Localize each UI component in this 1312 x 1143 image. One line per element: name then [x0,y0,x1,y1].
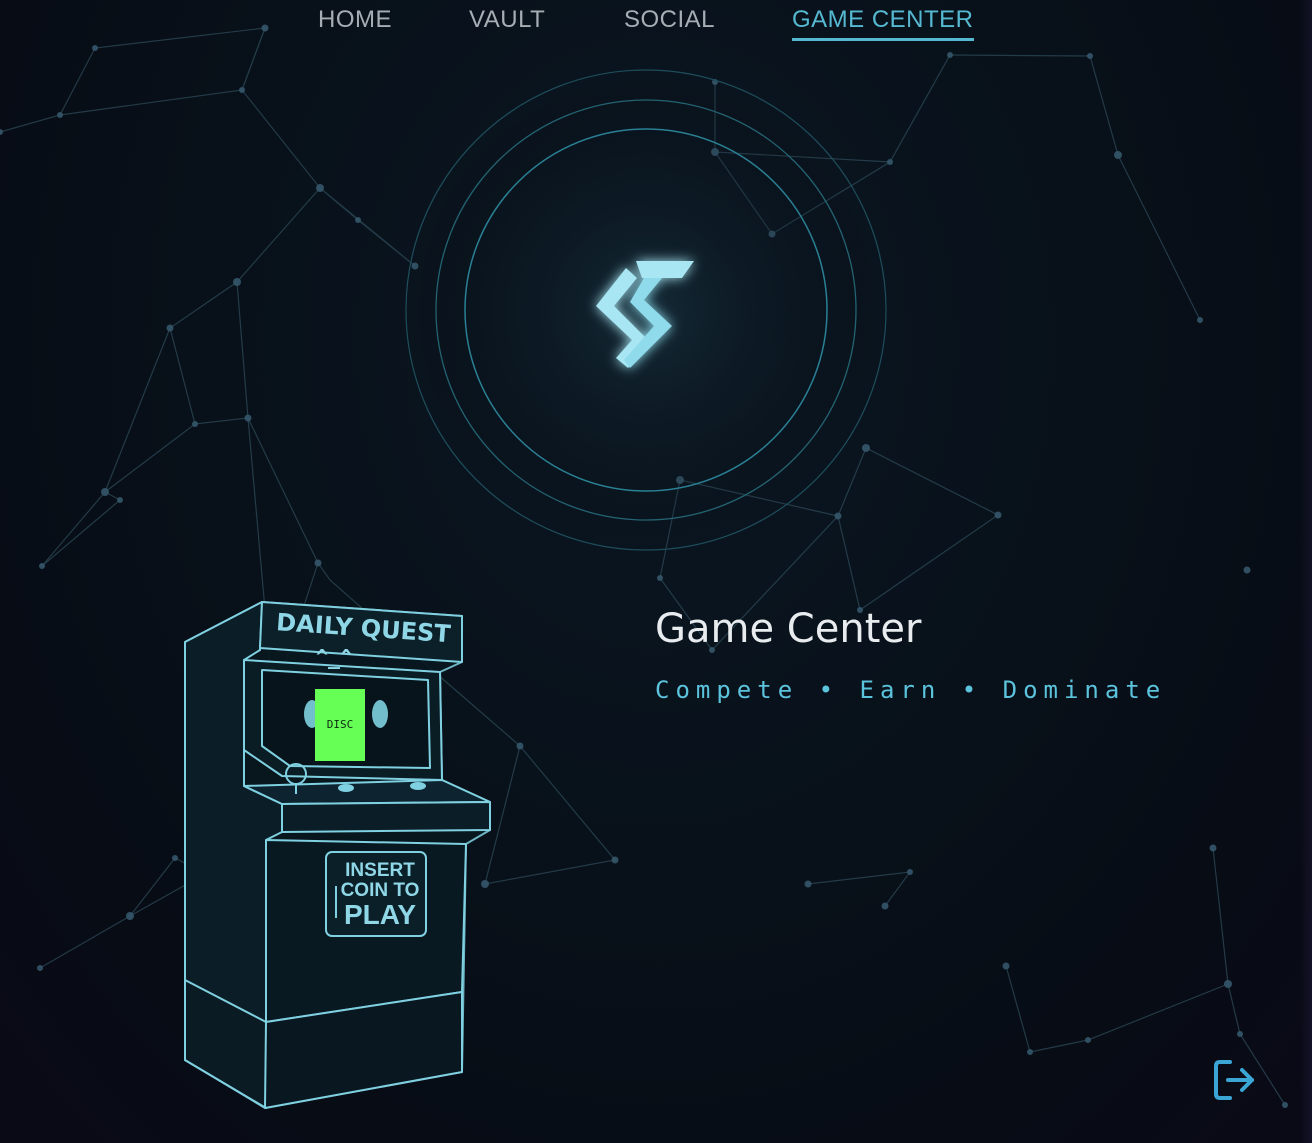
nav-game-center[interactable]: GAME CENTER [792,6,974,41]
coin-line-1: INSERT [345,860,415,881]
arcade-button-icon [410,782,426,790]
logo-rings [405,69,887,551]
page-title: Game Center [655,606,922,652]
top-navigation: HOME VAULT SOCIAL GAME CENTER [0,0,1312,48]
coin-line-2: COIN TO [341,880,420,901]
right-ear-icon [372,700,388,728]
logout-button[interactable] [1208,1056,1260,1104]
page-tagline: Compete • Earn • Dominate [655,676,1167,704]
nav-social[interactable]: SOCIAL [624,6,715,38]
nav-vault[interactable]: VAULT [469,6,545,38]
game-center-page: HOME VAULT SOCIAL GAME CENTER Game Cente… [0,0,1312,1143]
logout-icon [1214,1060,1254,1100]
nav-home[interactable]: HOME [318,6,392,38]
arcade-screen-label: DISC [327,718,354,731]
coin-line-3: PLAY [344,899,416,930]
arcade-cabinet-illustration[interactable]: DAILY QUEST ^_^ DISC INSERT COIN TO PLAY [170,590,510,1120]
arcade-face-text: ^_^ [316,645,352,669]
arcade-button-icon [338,784,354,792]
right-edge-shade [1300,0,1312,1143]
